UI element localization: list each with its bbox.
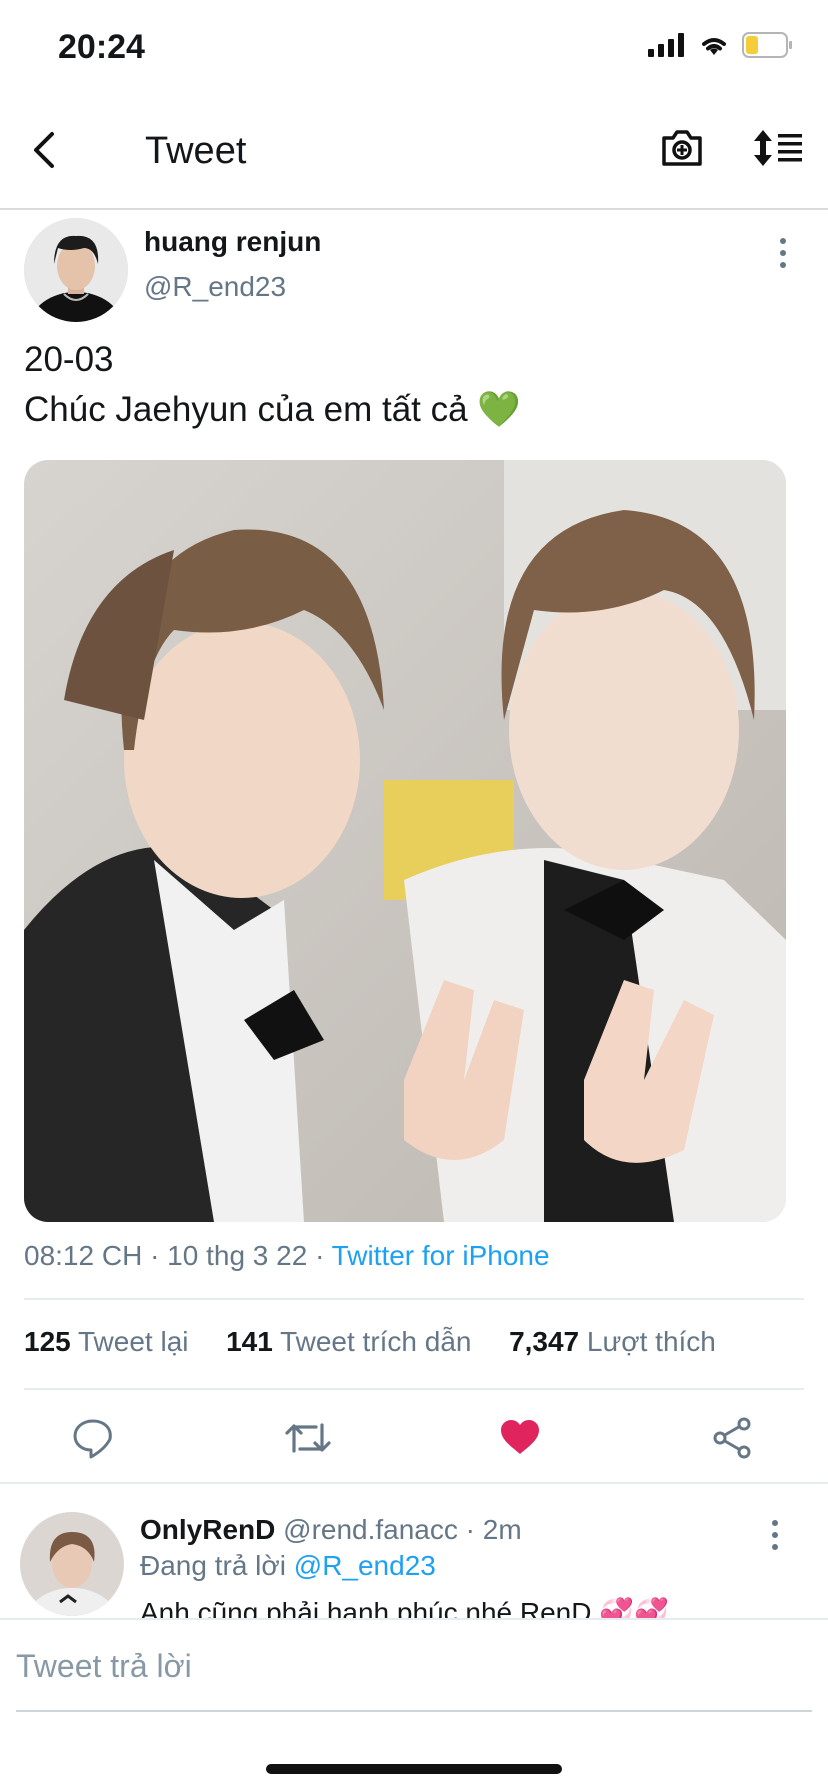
author-avatar[interactable]: [24, 218, 128, 322]
compose-top-divider: [0, 1618, 828, 1620]
reply-more-icon[interactable]: [772, 1520, 778, 1550]
share-icon[interactable]: [712, 1417, 752, 1459]
reply-handle-time[interactable]: @rend.fanacc · 2m: [283, 1514, 522, 1545]
quote-count[interactable]: 141: [226, 1326, 273, 1357]
reply-icon[interactable]: [72, 1417, 114, 1459]
reply-header: OnlyRenD @rend.fanacc · 2m: [140, 1514, 522, 1546]
retweet-icon[interactable]: [284, 1417, 332, 1459]
author-handle[interactable]: @R_end23: [144, 271, 286, 303]
reply-input[interactable]: Tweet trả lời: [16, 1648, 192, 1685]
retweet-count[interactable]: 125: [24, 1326, 71, 1357]
author-name[interactable]: huang renjun: [144, 226, 321, 258]
status-icons: [648, 32, 794, 58]
action-bar: [0, 1405, 828, 1469]
more-icon[interactable]: [780, 238, 786, 268]
tweet-text: 20-03 Chúc Jaehyun của em tất cả 💚: [24, 340, 521, 429]
signal-icon: [648, 33, 684, 57]
nav-bar: Tweet: [0, 92, 828, 210]
tweet-timestamp: 08:12 CH · 10 thg 3 22 ·: [24, 1240, 332, 1271]
tweet-source-link[interactable]: Twitter for iPhone: [332, 1240, 550, 1271]
wifi-icon: [702, 38, 726, 55]
reply-avatar[interactable]: [20, 1512, 124, 1616]
page-title: Tweet: [145, 130, 247, 172]
reply-text: Anh cũng phải hạnh phúc nhé RenD 💞💞: [140, 1597, 669, 1618]
tweet-photo[interactable]: [24, 460, 786, 1222]
divider: [24, 1298, 804, 1300]
camera-icon[interactable]: [660, 128, 704, 168]
back-icon[interactable]: [26, 130, 66, 170]
reply-author-name[interactable]: OnlyRenD: [140, 1514, 275, 1545]
retweet-label[interactable]: Tweet lại: [78, 1326, 189, 1357]
compose-underline: [16, 1710, 812, 1712]
tweet-stats: 125 Tweet lại 141 Tweet trích dẫn 7,347 …: [24, 1326, 716, 1358]
sort-icon[interactable]: [752, 128, 804, 168]
like-label[interactable]: Lượt thích: [587, 1326, 716, 1357]
replying-prefix: Đang trả lời: [140, 1550, 294, 1581]
divider: [24, 1388, 804, 1390]
replying-to: Đang trả lời @R_end23: [140, 1550, 436, 1582]
tweet-meta: 08:12 CH · 10 thg 3 22 · Twitter for iPh…: [24, 1240, 550, 1272]
like-icon[interactable]: [500, 1419, 540, 1455]
home-indicator[interactable]: [266, 1764, 562, 1774]
like-count[interactable]: 7,347: [509, 1326, 579, 1357]
reply-item[interactable]: OnlyRenD @rend.fanacc · 2m Đang trả lời …: [0, 1484, 828, 1618]
battery-icon: [742, 32, 792, 58]
replying-to-link[interactable]: @R_end23: [294, 1550, 436, 1581]
quote-label[interactable]: Tweet trích dẫn: [280, 1326, 471, 1357]
reply-compose[interactable]: Tweet trả lời: [0, 1618, 828, 1712]
status-time: 20:24: [58, 28, 145, 66]
